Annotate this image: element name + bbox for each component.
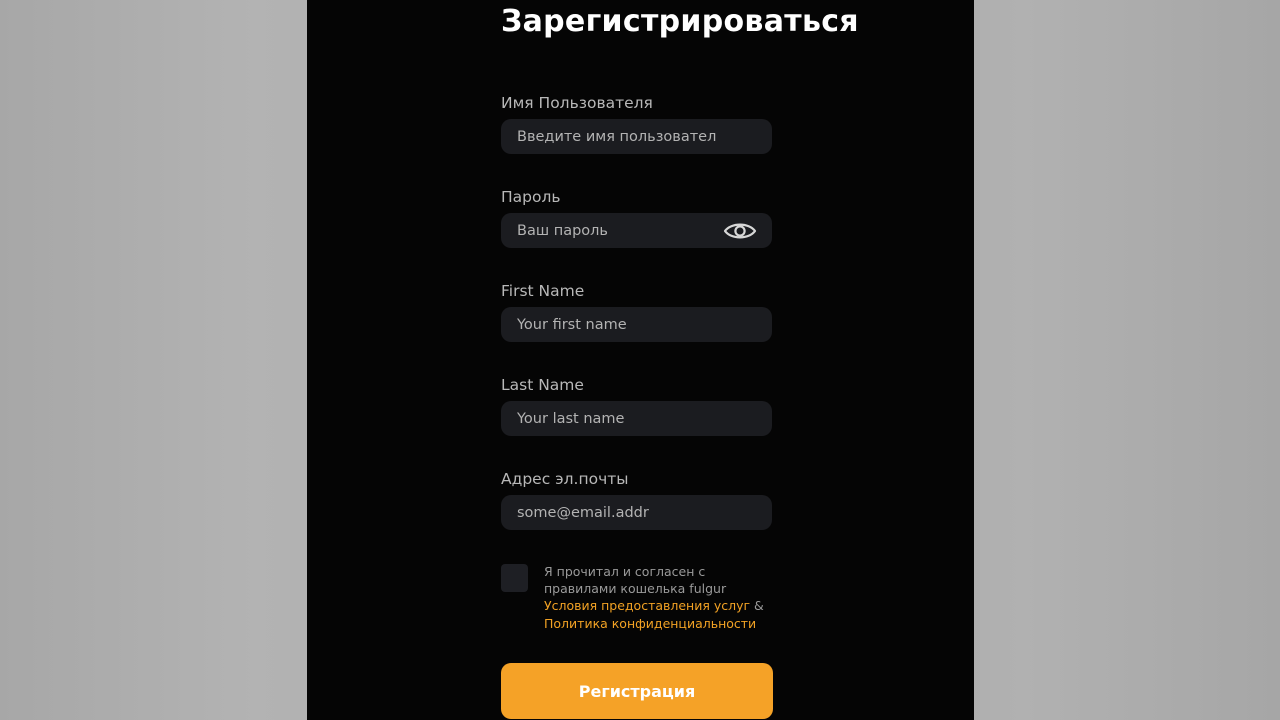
agreement-text: Я прочитал и согласен с правилами кошель… [544, 563, 769, 632]
first-name-field-container [501, 307, 772, 342]
email-input[interactable] [517, 504, 717, 521]
password-field-container [501, 213, 772, 248]
last-name-input[interactable] [517, 410, 717, 427]
first-name-input[interactable] [517, 316, 717, 333]
username-input[interactable] [517, 128, 717, 145]
email-field-container [501, 495, 772, 530]
username-field-container [501, 119, 772, 154]
eye-icon[interactable] [723, 220, 757, 242]
password-input[interactable] [517, 222, 717, 239]
page-title: Зарегистрироваться [501, 4, 859, 39]
register-button[interactable]: Регистрация [501, 663, 773, 719]
first-name-label: First Name [501, 282, 585, 300]
privacy-policy-link[interactable]: Политика конфиденциальности [544, 616, 756, 631]
last-name-label: Last Name [501, 376, 584, 394]
terms-of-service-link[interactable]: Условия предоставления услуг [544, 598, 750, 613]
agreement-separator: & [750, 598, 764, 614]
email-label: Адрес эл.почты [501, 470, 629, 488]
agreement-text-line-2: правилами кошелька fulgur [544, 581, 727, 597]
username-label: Имя Пользователя [501, 94, 653, 112]
password-label: Пароль [501, 188, 561, 206]
agreement-checkbox[interactable] [501, 564, 528, 592]
terms-line: Условия предоставления услуг & [544, 597, 769, 614]
last-name-field-container [501, 401, 772, 436]
agreement-text-line-1: Я прочитал и согласен с [544, 564, 706, 579]
